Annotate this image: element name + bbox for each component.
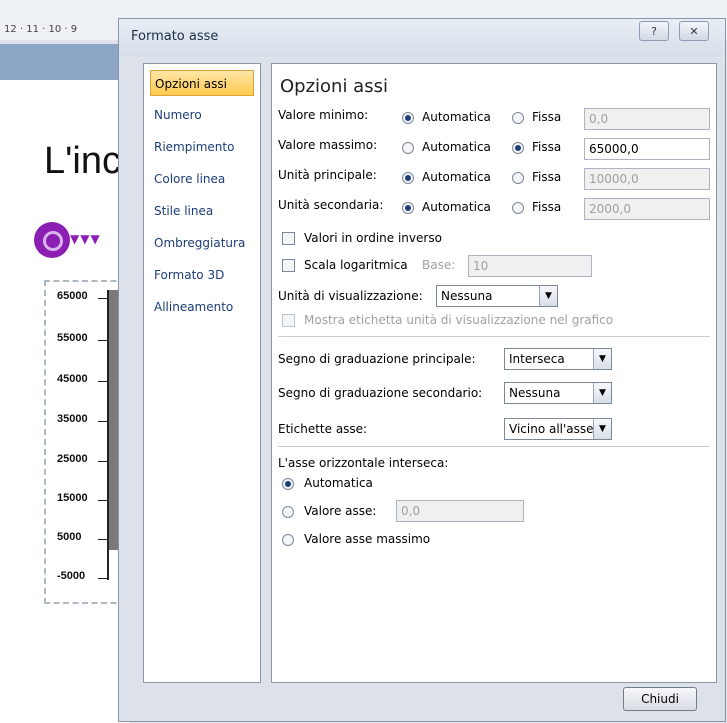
log-scale-checkbox[interactable] [282, 259, 295, 272]
dialog-title: Formato asse [131, 29, 219, 44]
show-units-checkbox[interactable] [282, 314, 295, 327]
major-tick-label: Segno di graduazione principale: [278, 352, 476, 366]
cross-value-radio[interactable] [282, 506, 294, 518]
panel-heading: Opzioni assi [280, 76, 388, 97]
cross-auto-radio[interactable] [282, 478, 294, 490]
min-fixed-label: Fissa [532, 110, 562, 124]
minor-tick-label: Segno di graduazione secondario: [278, 386, 483, 400]
display-units-label: Unità di visualizzazione: [278, 289, 423, 303]
axis-tick-label: 5000 [57, 531, 82, 543]
log-base-field[interactable]: 10 [468, 255, 592, 277]
nav-item-colore-linea[interactable]: Colore linea [150, 166, 254, 192]
divider [278, 446, 710, 447]
max-auto-radio[interactable] [402, 142, 414, 154]
nav-item-numero[interactable]: Numero [150, 102, 254, 128]
nav-item-opzioni-assi[interactable]: Opzioni assi [150, 70, 254, 96]
minor-unit-label: Unità secondaria: [278, 198, 384, 212]
minor-fixed-radio[interactable] [512, 202, 524, 214]
major-fixed-radio[interactable] [512, 172, 524, 184]
close-dialog-button[interactable]: Chiudi [623, 687, 697, 711]
major-tick-value: Interseca [509, 352, 565, 366]
log-base-label: Base: [422, 258, 456, 272]
nav-item-stile-linea[interactable]: Stile linea [150, 198, 254, 224]
min-fixed-radio[interactable] [512, 112, 524, 124]
major-tick-select[interactable]: Interseca ▼ [504, 348, 612, 370]
cross-max-radio[interactable] [282, 534, 294, 546]
max-value-field[interactable]: 65000,0 [584, 138, 710, 160]
max-auto-label: Automatica [422, 140, 491, 154]
min-value-label: Valore minimo: [278, 108, 369, 122]
chevron-down-icon: ▼ [593, 419, 611, 439]
chevron-down-icon: ▼ [593, 349, 611, 369]
slide-header-band [0, 44, 130, 80]
cross-heading: L'asse orizzontale interseca: [278, 456, 449, 470]
axis-tick-mark [98, 539, 108, 540]
arrow-decoration-icon: ▼▼▼ [70, 232, 101, 246]
nav-item-ombreggiatura[interactable]: Ombreggiatura [150, 230, 254, 256]
axis-labels-label: Etichette asse: [278, 422, 368, 436]
help-button[interactable]: ? [639, 21, 669, 41]
axis-tick-label: -5000 [57, 570, 86, 582]
vertical-axis[interactable] [107, 290, 109, 580]
axis-tick-label: 15000 [57, 492, 88, 504]
axis-tick-mark [98, 500, 108, 501]
major-auto-label: Automatica [422, 170, 491, 184]
max-value-label: Valore massimo: [278, 138, 378, 152]
min-auto-radio[interactable] [402, 112, 414, 124]
category-list: Opzioni assi Numero Riempimento Colore l… [143, 63, 261, 683]
cross-value-label: Valore asse: [304, 504, 377, 518]
chevron-down-icon: ▼ [539, 286, 557, 306]
axis-tick-label: 65000 [57, 290, 88, 302]
axis-tick-mark [98, 421, 108, 422]
nav-item-riempimento[interactable]: Riempimento [150, 134, 254, 160]
log-scale-label: Scala logaritmica [304, 258, 408, 272]
minor-fixed-label: Fissa [532, 200, 562, 214]
axis-tick-label: 25000 [57, 453, 88, 465]
display-units-select[interactable]: Nessuna ▼ [436, 285, 558, 307]
options-panel: Opzioni assi Valore minimo: Automatica F… [271, 63, 717, 683]
axis-tick-mark [98, 298, 108, 299]
display-units-value: Nessuna [441, 289, 493, 303]
slide-title[interactable]: L'inc [44, 140, 121, 183]
cross-max-label: Valore asse massimo [304, 532, 431, 546]
axis-tick-label: 55000 [57, 332, 88, 344]
axis-labels-value: Vicino all'asse [509, 422, 594, 436]
chevron-down-icon: ▼ [593, 383, 611, 403]
minor-auto-label: Automatica [422, 200, 491, 214]
axis-tick-mark [98, 578, 108, 579]
reverse-order-checkbox[interactable] [282, 232, 295, 245]
minor-auto-radio[interactable] [402, 202, 414, 214]
nav-item-allineamento[interactable]: Allineamento [150, 294, 254, 320]
dialog-titlebar[interactable]: Formato asse ? ✕ [119, 19, 725, 57]
close-button[interactable]: ✕ [679, 21, 709, 41]
major-unit-field[interactable]: 10000,0 [584, 168, 710, 190]
axis-tick-mark [98, 340, 108, 341]
cross-value-field[interactable]: 0,0 [396, 500, 524, 522]
reverse-order-label: Valori in ordine inverso [304, 231, 442, 245]
max-fixed-label: Fissa [532, 140, 562, 154]
show-units-label: Mostra etichetta unità di visualizzazion… [304, 313, 614, 327]
min-value-field[interactable]: 0,0 [584, 108, 710, 130]
nav-item-formato-3d[interactable]: Formato 3D [150, 262, 254, 288]
divider [278, 336, 710, 337]
minor-unit-field[interactable]: 2000,0 [584, 198, 710, 220]
swirl-icon [34, 222, 70, 258]
axis-tick-label: 45000 [57, 373, 88, 385]
axis-tick-mark [98, 461, 108, 462]
ruler-numbers: 12 · 11 · 10 · 9 [4, 24, 78, 35]
minor-tick-select[interactable]: Nessuna ▼ [504, 382, 612, 404]
axis-tick-label: 35000 [57, 413, 88, 425]
major-unit-label: Unità principale: [278, 168, 377, 182]
max-fixed-radio[interactable] [512, 142, 524, 154]
cross-auto-label: Automatica [304, 476, 373, 490]
major-fixed-label: Fissa [532, 170, 562, 184]
axis-labels-select[interactable]: Vicino all'asse ▼ [504, 418, 612, 440]
minor-tick-value: Nessuna [509, 386, 561, 400]
min-auto-label: Automatica [422, 110, 491, 124]
major-auto-radio[interactable] [402, 172, 414, 184]
axis-tick-mark [98, 381, 108, 382]
format-axis-dialog: Formato asse ? ✕ Opzioni assi Numero Rie… [118, 18, 726, 722]
